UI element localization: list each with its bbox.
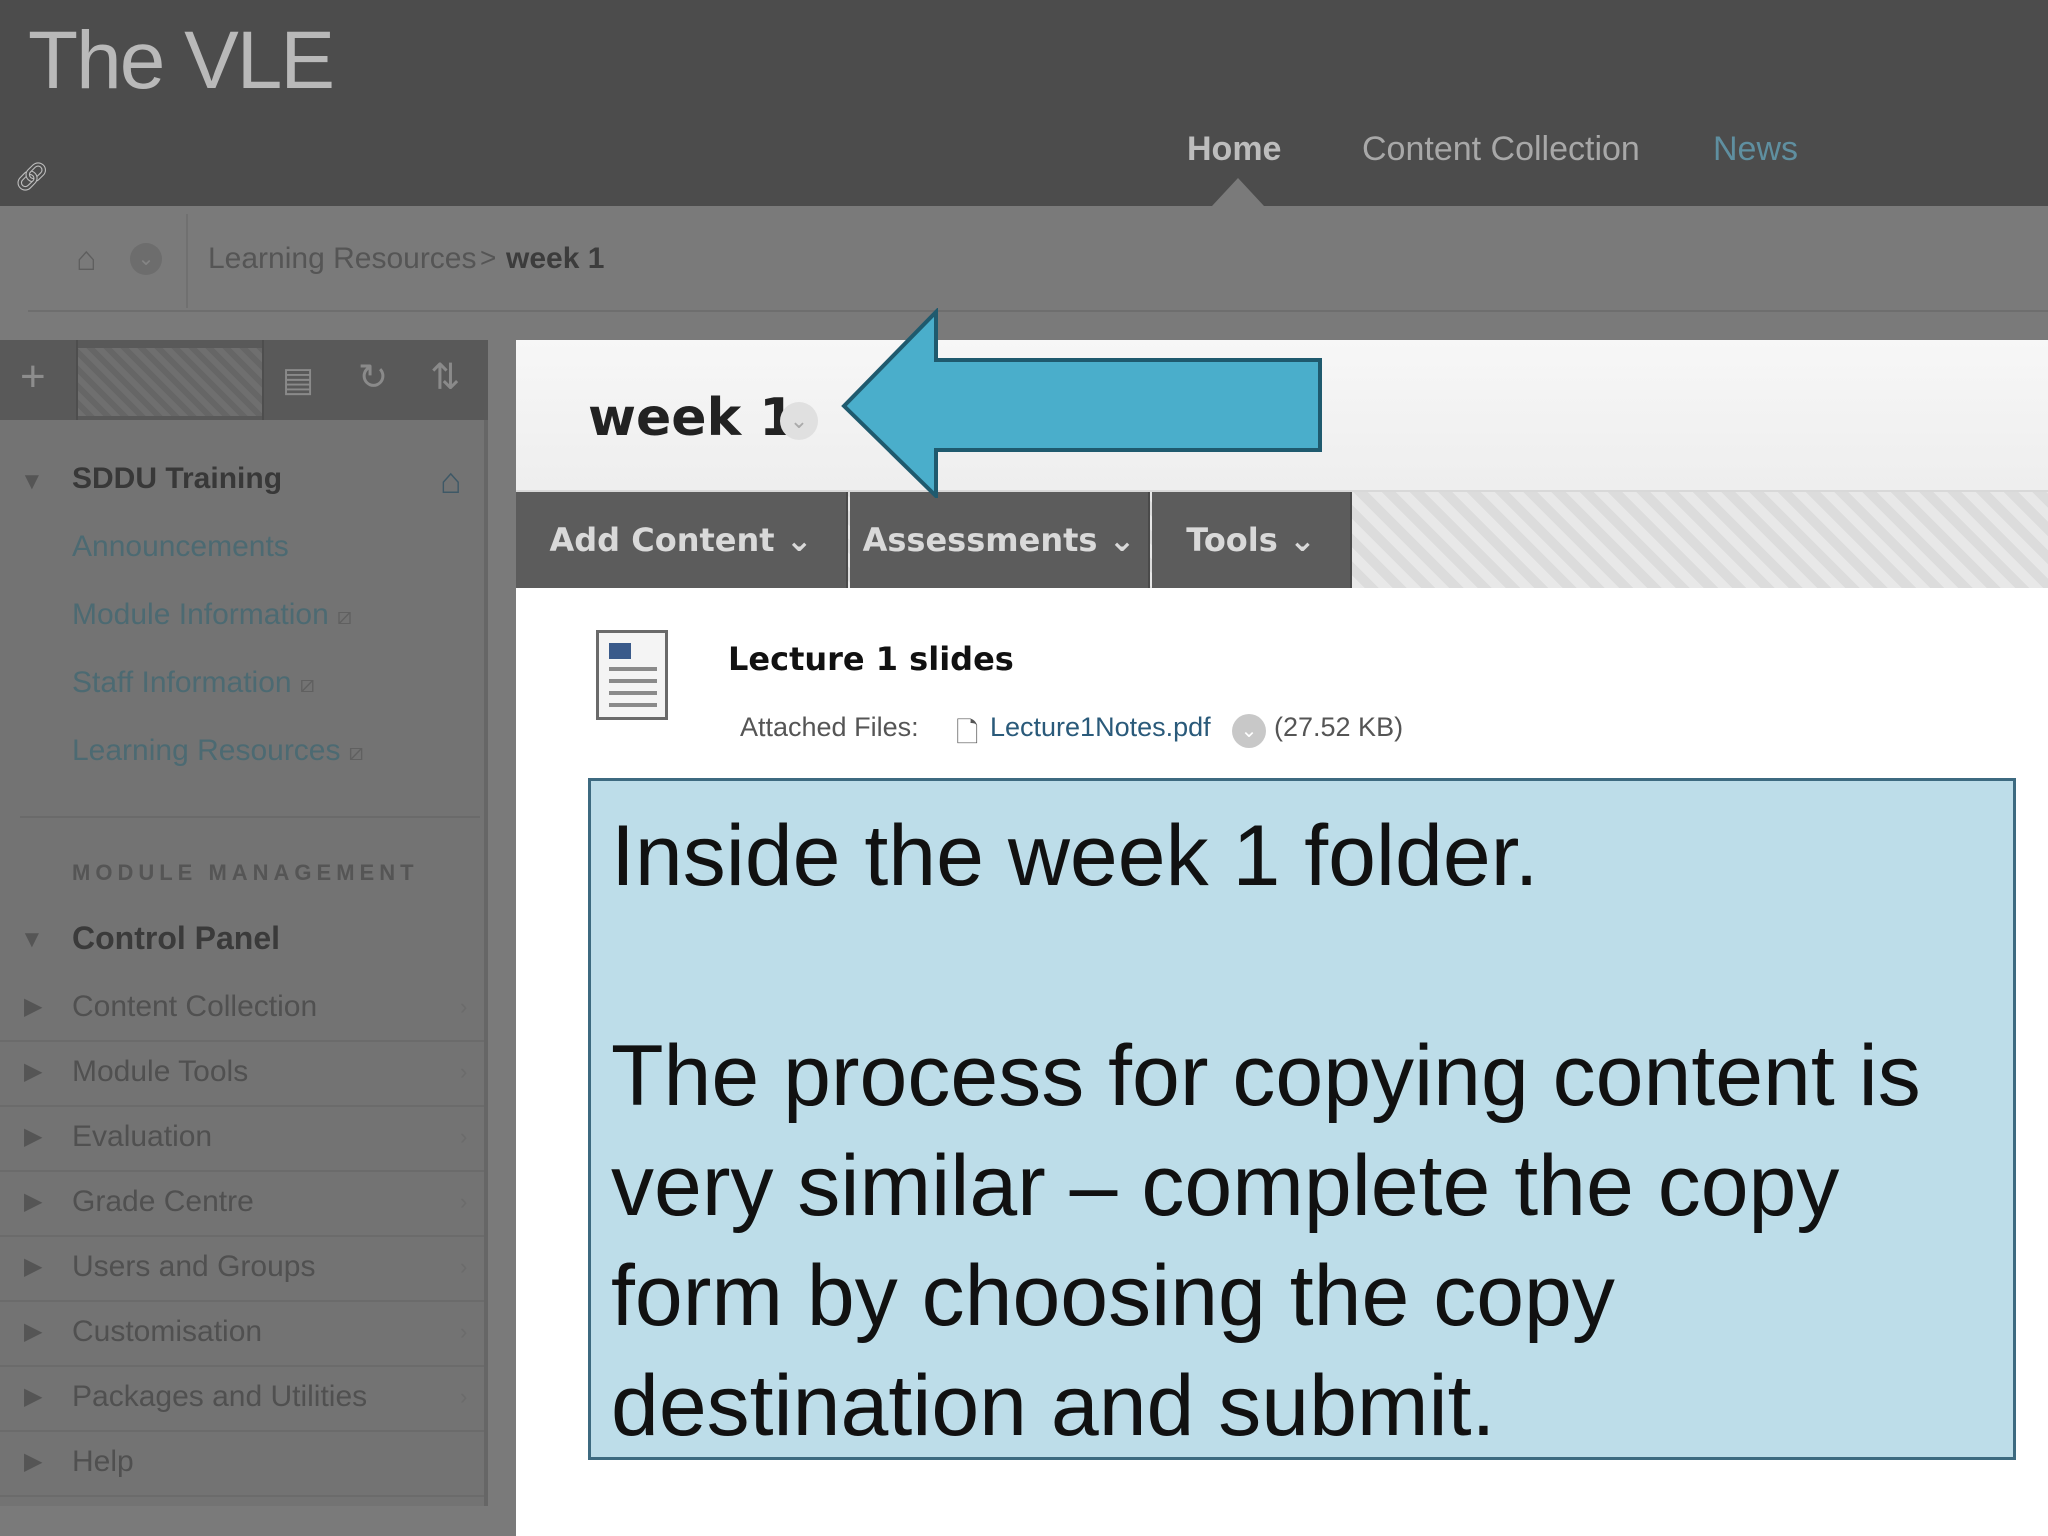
tools-label: Tools [1186,521,1278,559]
sort-icon[interactable]: ⇅ [430,356,460,398]
sidebar-item-users-and-groups[interactable]: ▶ Users and Groups › [0,1238,484,1302]
item-title: Lecture 1 slides [728,640,1014,678]
sidebar-item-grade-centre[interactable]: ▶ Grade Centre › [0,1173,484,1237]
collapse-icon[interactable]: ▼ [20,926,44,954]
sidebar-item-module-tools[interactable]: ▶ Module Tools › [0,1043,484,1107]
chevron-down-icon[interactable]: ⌄ [130,243,162,275]
chevron-right-icon: › [460,1124,468,1149]
chevron-right-icon: › [460,1189,468,1214]
chevron-right-icon: › [460,994,468,1019]
tab-home[interactable]: Home [1187,130,1281,169]
assessments-label: Assessments [862,521,1098,559]
chevron-right-icon: › [460,1059,468,1084]
sidebar-item-label: Module Information [72,598,329,631]
course-home-icon[interactable]: ⌂ [440,460,462,502]
tab-news[interactable]: News [1713,130,1798,169]
link-icon[interactable]: 🔗︎ [14,160,50,193]
expand-icon: ▶ [24,1448,43,1475]
add-menu-item-icon[interactable]: + [20,352,46,402]
chevron-down-icon: ⌄ [785,521,813,559]
sidebar-item-label: Packages and Utilities [72,1380,368,1413]
chevron-down-icon[interactable]: ⌄ [780,402,818,440]
breadcrumb-current: week 1 [506,242,605,275]
add-content-label: Add Content [549,521,775,559]
control-panel-heading[interactable]: Control Panel [72,920,280,957]
course-menu-field [78,348,262,416]
file-size: (27.52 KB) [1274,712,1404,742]
external-link-icon: ⧄ [336,603,353,630]
chevron-down-icon: ⌄ [1108,521,1136,559]
external-link-icon: ⧄ [348,739,364,766]
expand-icon: ▶ [24,1123,43,1150]
sidebar-item-label: Users and Groups [72,1250,316,1283]
sidebar-item-learning-resources[interactable]: Learning Resources ⧄ [72,734,364,768]
course-title[interactable]: SDDU Training [72,462,282,496]
sidebar-item-label: Customisation [72,1315,263,1348]
folder-view-icon[interactable]: ▤ [282,360,314,400]
chevron-down-icon: ⌄ [1288,521,1316,559]
active-tab-indicator [1212,178,1264,206]
divider [20,816,480,818]
sidebar-item-module-information[interactable]: Module Information ⧄ [72,598,352,632]
sidebar-item-label: Grade Centre [72,1185,254,1218]
attached-files-label: Attached Files: [740,712,919,742]
brand-logo[interactable]: The VLE [28,14,335,108]
sidebar-item-label: Content Collection [72,990,318,1023]
note-heading: Inside the week 1 folder. [611,808,1539,904]
home-icon[interactable]: ⌂ [76,240,97,279]
document-icon [596,630,668,720]
expand-icon: ▶ [24,1058,43,1085]
breadcrumb-separator: > [480,242,497,273]
sidebar-item-announcements[interactable]: Announcements [72,530,289,564]
sidebar-item-label: Staff Information [72,666,292,699]
sidebar-item-staff-information[interactable]: Staff Information ⧄ [72,666,315,700]
chevron-right-icon: › [460,1319,468,1344]
top-header: The VLE 🔗︎ Home Content Collection News [0,0,2048,206]
expand-icon: ▶ [24,1188,43,1215]
sidebar-item-label: Announcements [72,530,289,563]
assessments-button[interactable]: Assessments ⌄ [850,492,1150,588]
sidebar-item-label: Evaluation [72,1120,213,1153]
breadcrumb-learning-resources[interactable]: Learning Resources [208,242,477,276]
sidebar-item-packages-and-utilities[interactable]: ▶ Packages and Utilities › [0,1368,484,1432]
callout-note: Inside the week 1 folder. The process fo… [588,778,2016,1460]
action-bar: Add Content ⌄ Assessments ⌄ Tools ⌄ [516,492,2048,588]
sidebar-item-label: Help [72,1445,134,1478]
note-body: The process for copying content is very … [611,1028,1921,1454]
expand-icon: ▶ [24,993,43,1020]
sidebar-item-help[interactable]: ▶ Help [0,1433,484,1497]
file-link[interactable]: Lecture1Notes.pdf [990,712,1211,743]
external-link-icon: ⧄ [299,671,315,698]
page-title: week 1 [588,388,796,448]
add-content-button[interactable]: Add Content ⌄ [516,492,848,588]
expand-icon: ▶ [24,1253,43,1280]
chevron-right-icon: › [460,1384,468,1409]
chevron-down-icon[interactable]: ⌄ [1232,714,1266,748]
expand-icon: ▶ [24,1383,43,1410]
sidebar-item-label: Module Tools [72,1055,249,1088]
tab-content-collection[interactable]: Content Collection [1362,130,1640,169]
refresh-icon[interactable]: ↻ [358,356,388,398]
sidebar-item-label: Learning Resources [72,734,341,767]
collapse-icon[interactable]: ▼ [20,468,44,496]
chevron-right-icon: › [460,1254,468,1279]
course-menu-toolbar: + ▤ ↻ ⇅ [0,340,488,420]
course-menu: + ▤ ↻ ⇅ ▼ SDDU Training ⌂ Announcements … [0,340,488,1506]
sidebar-item-customisation[interactable]: ▶ Customisation › [0,1303,484,1367]
tools-button[interactable]: Tools ⌄ [1152,492,1352,588]
sidebar-item-evaluation[interactable]: ▶ Evaluation › [0,1108,484,1172]
expand-icon: ▶ [24,1318,43,1345]
divider [186,214,188,308]
callout-arrow-icon [841,308,1322,498]
module-management-heading: MODULE MANAGEMENT [72,860,419,885]
sidebar-item-content-collection[interactable]: ▶ Content Collection › [0,978,484,1042]
file-icon: 🗋︎ [956,717,979,748]
divider [262,340,264,420]
